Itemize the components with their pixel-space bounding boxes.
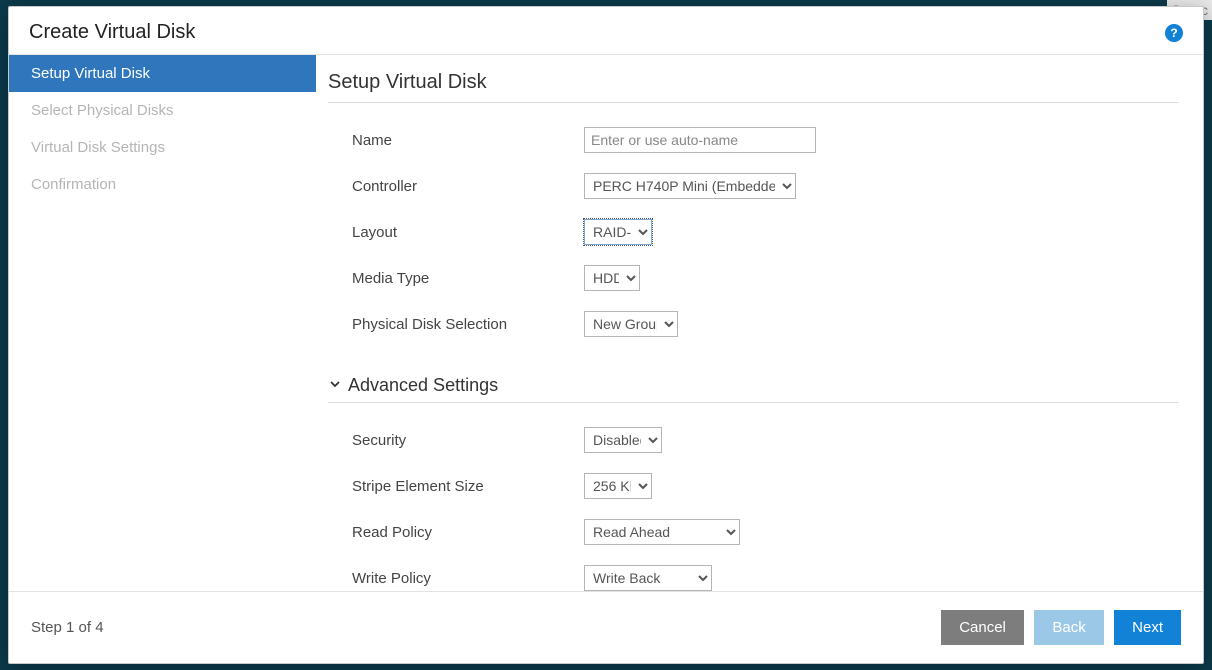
label-media-type: Media Type (352, 270, 584, 287)
main-panel[interactable]: Setup Virtual Disk Name Controller PERC … (316, 55, 1203, 591)
footer-buttons: Cancel Back Next (935, 610, 1181, 645)
label-read-policy: Read Policy (352, 524, 584, 541)
row-write-policy: Write Policy Write Back (328, 565, 1179, 591)
sidebar-item-label: Setup Virtual Disk (31, 65, 150, 82)
chevron-down-icon (328, 375, 342, 396)
cancel-button[interactable]: Cancel (941, 610, 1024, 645)
layout-select[interactable]: RAID-1 (584, 219, 652, 245)
security-select[interactable]: Disabled (584, 427, 662, 453)
back-button[interactable]: Back (1034, 610, 1103, 645)
sidebar-item-label: Virtual Disk Settings (31, 139, 165, 156)
read-policy-select[interactable]: Read Ahead (584, 519, 740, 545)
advanced-settings-toggle[interactable]: Advanced Settings (328, 375, 1179, 403)
sidebar-item-setup-virtual-disk[interactable]: Setup Virtual Disk (9, 55, 316, 92)
row-stripe: Stripe Element Size 256 KB (328, 473, 1179, 499)
step-indicator: Step 1 of 4 (31, 619, 104, 636)
row-security: Security Disabled (328, 427, 1179, 453)
write-policy-select[interactable]: Write Back (584, 565, 712, 591)
name-input[interactable] (584, 127, 816, 153)
row-media-type: Media Type HDD (328, 265, 1179, 291)
row-name: Name (328, 127, 1179, 153)
modal-body: Setup Virtual Disk Select Physical Disks… (9, 55, 1203, 591)
help-icon[interactable]: ? (1165, 24, 1183, 42)
modal-title: Create Virtual Disk (29, 21, 195, 44)
label-layout: Layout (352, 224, 584, 241)
label-controller: Controller (352, 178, 584, 195)
next-button[interactable]: Next (1114, 610, 1181, 645)
modal-header: Create Virtual Disk ? (9, 7, 1203, 55)
row-read-policy: Read Policy Read Ahead (328, 519, 1179, 545)
label-security: Security (352, 432, 584, 449)
label-write-policy: Write Policy (352, 570, 584, 587)
label-physical-disk-selection: Physical Disk Selection (352, 316, 584, 333)
label-stripe: Stripe Element Size (352, 478, 584, 495)
modal-footer: Step 1 of 4 Cancel Back Next (9, 591, 1203, 663)
sidebar-item-confirmation[interactable]: Confirmation (9, 166, 316, 203)
advanced-settings-title: Advanced Settings (348, 375, 498, 396)
row-layout: Layout RAID-1 (328, 219, 1179, 245)
sidebar-item-virtual-disk-settings[interactable]: Virtual Disk Settings (9, 129, 316, 166)
row-physical-disk-selection: Physical Disk Selection New Group (328, 311, 1179, 337)
physical-disk-selection-select[interactable]: New Group (584, 311, 678, 337)
row-controller: Controller PERC H740P Mini (Embedded) (328, 173, 1179, 199)
sidebar-item-select-physical-disks[interactable]: Select Physical Disks (9, 92, 316, 129)
section-title: Setup Virtual Disk (328, 71, 1179, 103)
stripe-select[interactable]: 256 KB (584, 473, 652, 499)
media-type-select[interactable]: HDD (584, 265, 640, 291)
create-virtual-disk-modal: Create Virtual Disk ? Setup Virtual Disk… (8, 6, 1204, 664)
label-name: Name (352, 132, 584, 149)
controller-select[interactable]: PERC H740P Mini (Embedded) (584, 173, 796, 199)
sidebar-item-label: Select Physical Disks (31, 102, 174, 119)
sidebar-item-label: Confirmation (31, 176, 116, 193)
wizard-sidebar: Setup Virtual Disk Select Physical Disks… (9, 55, 316, 591)
